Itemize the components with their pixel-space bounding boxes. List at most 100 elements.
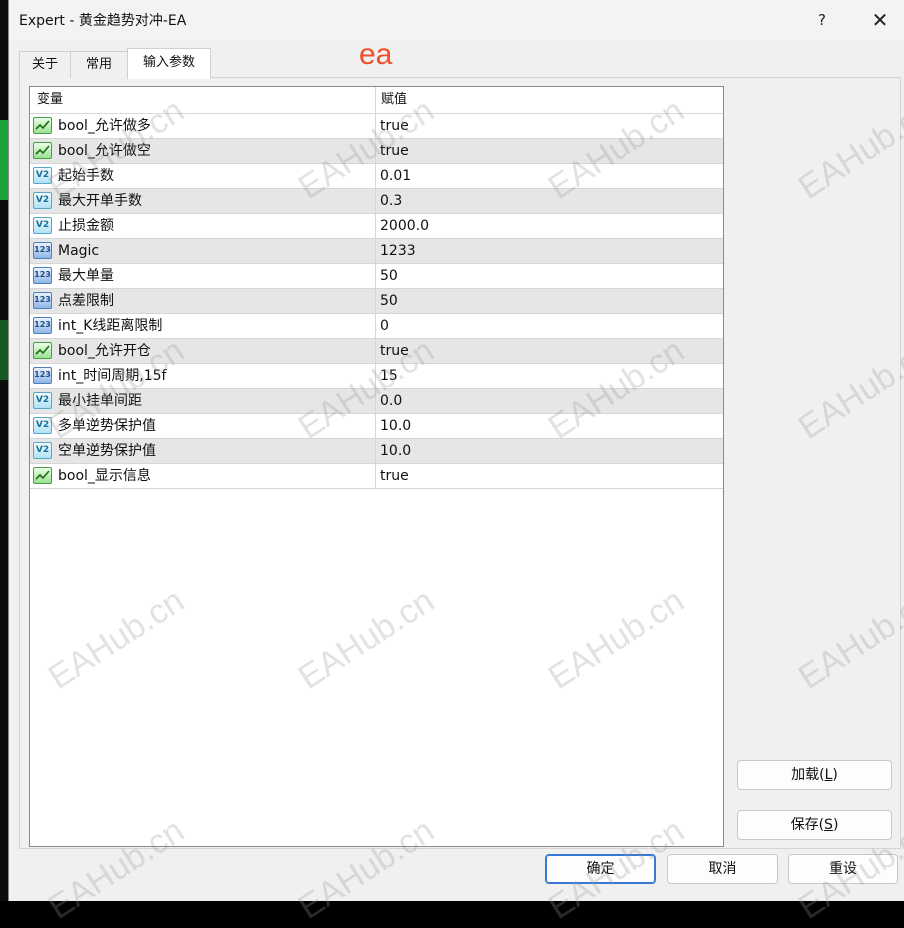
ea-overlay-text: ea [359, 38, 393, 71]
parameter-name: bool_显示信息 [58, 468, 151, 484]
parameter-value[interactable]: true [380, 114, 409, 138]
double-icon: V2 [33, 192, 52, 209]
parameter-value[interactable]: 10.0 [380, 414, 411, 438]
table-row[interactable]: V2 最大开单手数 0.3 [30, 189, 723, 214]
parameter-value[interactable]: true [380, 339, 409, 363]
parameter-value[interactable]: 0.3 [380, 189, 402, 213]
cell-divider [375, 339, 376, 364]
input-parameters-grid: 变量 赋值 bool_允许做多 true bool_允许做空 true V2 起始手数 0.… [29, 86, 724, 847]
double-icon: V2 [33, 167, 52, 184]
close-button[interactable]: ✕ [865, 6, 895, 34]
parameter-value[interactable]: 0.0 [380, 389, 402, 413]
cell-divider [375, 364, 376, 389]
save-button-label: 保存( [790, 817, 825, 833]
cell-divider [375, 414, 376, 439]
parameter-value[interactable]: true [380, 139, 409, 163]
load-button-suffix: ) [832, 767, 838, 783]
grid-header: 变量 赋值 [30, 87, 723, 114]
title-bar: Expert - 黄金趋势对冲-EA ? ✕ [9, 0, 904, 40]
table-row[interactable]: bool_允许开仓 true [30, 339, 723, 364]
table-row[interactable]: V2 多单逆势保护值 10.0 [30, 414, 723, 439]
int-icon: 123 [33, 242, 52, 259]
cell-divider [375, 389, 376, 414]
parameter-value[interactable]: 1233 [380, 239, 416, 263]
column-divider[interactable] [375, 87, 376, 113]
bool-icon [33, 142, 52, 159]
tab-about[interactable]: 关于 [19, 51, 71, 78]
parameter-value[interactable]: 2000.0 [380, 214, 429, 238]
table-row[interactable]: 123 int_K线距离限制 0 [30, 314, 723, 339]
expert-dialog: Expert - 黄金趋势对冲-EA ? ✕ ea 关于 常用 输入参数 变量 … [8, 0, 904, 901]
cell-divider [375, 114, 376, 139]
parameter-name: 多单逆势保护值 [58, 418, 156, 434]
column-header-value[interactable]: 赋值 [381, 87, 407, 113]
cell-divider [375, 289, 376, 314]
cell-divider [375, 464, 376, 489]
parameter-name: bool_允许做空 [58, 143, 151, 159]
parameter-name: int_K线距离限制 [58, 318, 163, 334]
parameter-name: 最小挂单间距 [58, 393, 142, 409]
double-icon: V2 [33, 217, 52, 234]
bool-icon [33, 467, 52, 484]
save-button-suffix: ) [832, 817, 839, 833]
double-icon: V2 [33, 442, 52, 459]
parameter-value[interactable]: 50 [380, 264, 398, 288]
table-row[interactable]: 123 点差限制 50 [30, 289, 723, 314]
table-row[interactable]: bool_允许做多 true [30, 114, 723, 139]
table-row[interactable]: V2 止损金额 2000.0 [30, 214, 723, 239]
cell-divider [375, 164, 376, 189]
reset-button[interactable]: 重设 [788, 854, 898, 884]
parameter-name: bool_允许开仓 [58, 343, 151, 359]
parameter-value[interactable]: 15 [380, 364, 398, 388]
parameter-name: 最大单量 [58, 268, 114, 284]
table-row[interactable]: 123 最大单量 50 [30, 264, 723, 289]
table-row[interactable]: V2 空单逆势保护值 10.0 [30, 439, 723, 464]
parameter-value[interactable]: true [380, 464, 409, 488]
save-button[interactable]: 保存(S) [737, 810, 892, 840]
parameter-name: 空单逆势保护值 [58, 443, 156, 459]
double-icon: V2 [33, 417, 52, 434]
table-row[interactable]: V2 最小挂单间距 0.0 [30, 389, 723, 414]
load-button[interactable]: 加载(L) [737, 760, 892, 790]
load-button-label: 加载( [791, 767, 825, 783]
int-icon: 123 [33, 292, 52, 309]
window-title: Expert - 黄金趋势对冲-EA [19, 13, 187, 29]
table-row[interactable]: V2 起始手数 0.01 [30, 164, 723, 189]
tab-inputs[interactable]: 输入参数 [127, 48, 211, 79]
bool-icon [33, 117, 52, 134]
ok-button[interactable]: 确定 [545, 854, 656, 884]
cell-divider [375, 139, 376, 164]
bool-icon [33, 342, 52, 359]
double-icon: V2 [33, 392, 52, 409]
cell-divider [375, 264, 376, 289]
parameter-name: Magic [58, 243, 100, 259]
save-button-mnemonic: S [824, 817, 833, 833]
int-icon: 123 [33, 267, 52, 284]
parameter-name: 起始手数 [58, 168, 114, 184]
int-icon: 123 [33, 317, 52, 334]
table-row[interactable]: bool_允许做空 true [30, 139, 723, 164]
help-button[interactable]: ? [809, 8, 835, 32]
table-row[interactable]: 123 int_时间周期,15f 15 [30, 364, 723, 389]
parameter-name: 最大开单手数 [58, 193, 142, 209]
grid-rows: bool_允许做多 true bool_允许做空 true V2 起始手数 0.01 V2 最大… [30, 114, 723, 489]
cell-divider [375, 314, 376, 339]
cell-divider [375, 439, 376, 464]
tab-common[interactable]: 常用 [70, 51, 128, 78]
parameter-value[interactable]: 10.0 [380, 439, 411, 463]
parameter-value[interactable]: 0.01 [380, 164, 411, 188]
parameter-name: bool_允许做多 [58, 118, 151, 134]
parameter-name: int_时间周期,15f [58, 368, 167, 384]
parameter-value[interactable]: 0 [380, 314, 389, 338]
parameter-name: 点差限制 [58, 293, 114, 309]
column-header-variable[interactable]: 变量 [37, 87, 63, 113]
cell-divider [375, 239, 376, 264]
cancel-button[interactable]: 取消 [667, 854, 778, 884]
cell-divider [375, 214, 376, 239]
table-row[interactable]: 123 Magic 1233 [30, 239, 723, 264]
table-row[interactable]: bool_显示信息 true [30, 464, 723, 489]
int-icon: 123 [33, 367, 52, 384]
cell-divider [375, 189, 376, 214]
parameter-value[interactable]: 50 [380, 289, 398, 313]
parameter-name: 止损金额 [58, 218, 114, 234]
